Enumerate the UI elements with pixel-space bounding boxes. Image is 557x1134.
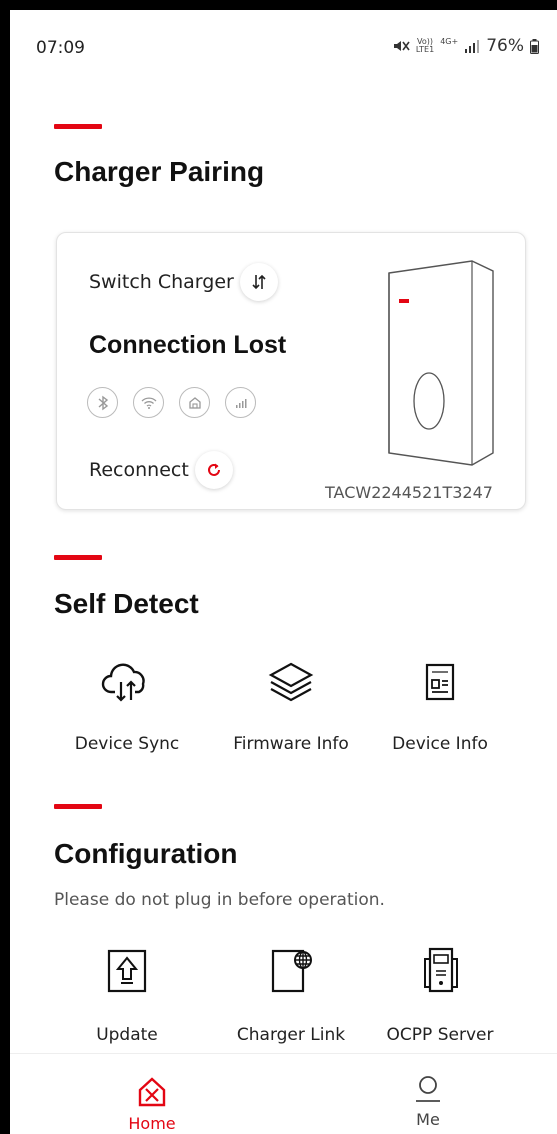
device-sync-item[interactable]: Device Sync (42, 660, 212, 754)
server-icon (424, 947, 458, 993)
device-info-label: Device Info (392, 734, 488, 754)
volte-indicator: Vo)) LTE1 (415, 37, 435, 54)
nav-home-label: Home (128, 1114, 176, 1133)
device-sync-label: Device Sync (74, 734, 180, 754)
configuration-note: Please do not plug in before operation. (54, 890, 385, 910)
charger-link-label: Charger Link (236, 1025, 346, 1045)
update-label: Update (96, 1025, 158, 1045)
upload-icon (107, 949, 147, 993)
ethernet-icon (179, 387, 210, 418)
connection-status: Connection Lost (89, 331, 287, 359)
connection-icons (87, 387, 256, 418)
mute-icon (393, 41, 410, 51)
app-screen: 07:09 Vo)) LTE1 4G+ 76% Charger Pairing … (10, 10, 557, 1134)
section-accent (54, 804, 102, 809)
person-icon (416, 1076, 440, 1102)
reconnect-row[interactable]: Reconnect (89, 451, 233, 489)
network-type: 4G+ (440, 37, 459, 46)
device-info-item[interactable]: Device Info (355, 660, 525, 754)
nav-home[interactable]: Home (52, 1054, 252, 1134)
swap-arrows-icon (252, 274, 266, 290)
charger-serial: TACW2244521T3247 (325, 483, 493, 502)
bluetooth-icon (87, 387, 118, 418)
home-icon (138, 1077, 166, 1107)
switch-charger-row[interactable]: Switch Charger (89, 263, 278, 301)
reconnect-label: Reconnect (89, 459, 189, 481)
layers-icon (268, 662, 314, 702)
update-item[interactable]: Update (42, 945, 212, 1045)
battery-percent: 76% (486, 36, 524, 56)
ocpp-server-label: OCPP Server (386, 1025, 494, 1045)
ocpp-server-item[interactable]: OCPP Server (355, 945, 525, 1045)
section-accent (54, 124, 102, 129)
section-accent (54, 555, 102, 560)
configuration-title: Configuration (54, 838, 238, 869)
nav-me[interactable]: Me (328, 1054, 528, 1134)
firmware-info-item[interactable]: Firmware Info (206, 660, 376, 754)
document-icon (425, 663, 455, 701)
charger-link-item[interactable]: Charger Link (206, 945, 376, 1045)
cellular-icon (225, 387, 256, 418)
status-icons: Vo)) LTE1 4G+ 76% (392, 36, 539, 56)
status-time: 07:09 (36, 38, 85, 58)
cloud-sync-icon (101, 663, 145, 702)
globe-icon (271, 949, 312, 993)
reconnect-button[interactable] (194, 451, 233, 489)
signal-icon (465, 40, 480, 53)
charger-device-illustration (388, 260, 494, 466)
firmware-info-label: Firmware Info (233, 734, 349, 754)
nav-me-label: Me (416, 1110, 440, 1129)
switch-charger-label: Switch Charger (89, 271, 234, 293)
self-detect-title: Self Detect (54, 588, 199, 619)
charger-card: Switch Charger Connection Lost Reconnect… (56, 232, 526, 510)
switch-charger-button[interactable] (239, 263, 278, 301)
battery-icon (530, 38, 539, 54)
abb-logo (399, 299, 409, 303)
charger-pairing-title: Charger Pairing (54, 156, 265, 187)
refresh-icon (207, 463, 220, 476)
wifi-icon (133, 387, 164, 418)
bottom-navigation: Home Me (10, 1053, 557, 1134)
status-bar: 07:09 Vo)) LTE1 4G+ 76% (10, 10, 557, 80)
